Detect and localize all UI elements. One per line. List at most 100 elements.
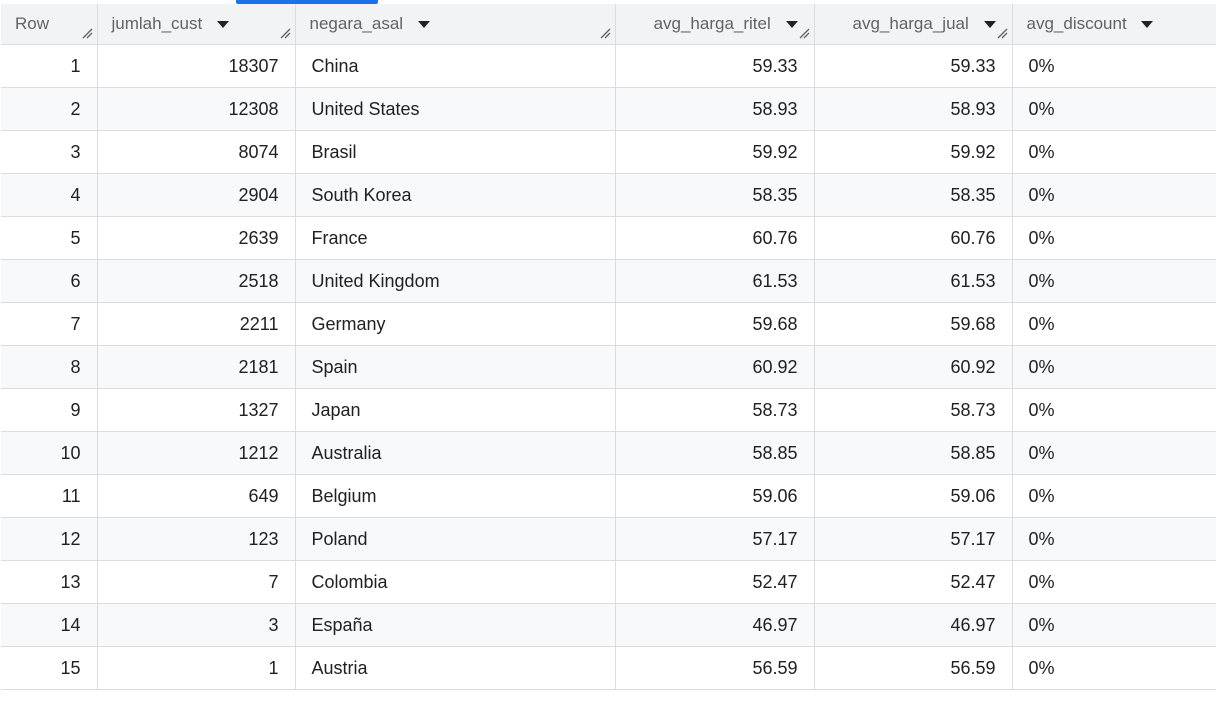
cell-row-number[interactable]: 12 — [1, 517, 98, 561]
caret-down-icon[interactable] — [785, 20, 798, 28]
cell-avg-harga-jual[interactable]: 60.92 — [814, 345, 1013, 389]
table-row[interactable]: 11 649 Belgium 59.06 59.06 0% — [1, 474, 1216, 518]
cell-row-number[interactable]: 10 — [1, 431, 98, 475]
cell-avg-harga-jual[interactable]: 52.47 — [814, 560, 1013, 604]
cell-negara-asal[interactable]: Spain — [295, 345, 616, 389]
cell-avg-harga-jual[interactable]: 58.85 — [814, 431, 1013, 475]
cell-row-number[interactable]: 9 — [1, 388, 98, 432]
cell-row-number[interactable]: 3 — [1, 130, 98, 174]
cell-negara-asal[interactable]: Austria — [295, 646, 616, 690]
cell-avg-harga-ritel[interactable]: 58.93 — [615, 87, 815, 131]
cell-row-number[interactable]: 2 — [1, 87, 98, 131]
cell-avg-harga-jual[interactable]: 61.53 — [814, 259, 1013, 303]
cell-row-number[interactable]: 11 — [1, 474, 98, 518]
cell-avg-harga-jual[interactable]: 60.76 — [814, 216, 1013, 260]
cell-jumlah-cust[interactable]: 1327 — [97, 388, 296, 432]
cell-jumlah-cust[interactable]: 1 — [97, 646, 296, 690]
cell-avg-harga-jual[interactable]: 59.92 — [814, 130, 1013, 174]
table-row[interactable]: 7 2211 Germany 59.68 59.68 0% — [1, 302, 1216, 346]
cell-negara-asal[interactable]: Colombia — [295, 560, 616, 604]
cell-avg-discount[interactable]: 0% — [1012, 302, 1216, 346]
cell-avg-discount[interactable]: 0% — [1012, 130, 1216, 174]
cell-jumlah-cust[interactable]: 123 — [97, 517, 296, 561]
cell-avg-harga-jual[interactable]: 58.73 — [814, 388, 1013, 432]
cell-jumlah-cust[interactable]: 3 — [97, 603, 296, 647]
cell-avg-discount[interactable]: 0% — [1012, 560, 1216, 604]
cell-negara-asal[interactable]: Japan — [295, 388, 616, 432]
cell-negara-asal[interactable]: France — [295, 216, 616, 260]
caret-down-icon[interactable] — [216, 20, 229, 28]
cell-jumlah-cust[interactable]: 12308 — [97, 87, 296, 131]
cell-row-number[interactable]: 8 — [1, 345, 98, 389]
cell-avg-harga-ritel[interactable]: 59.33 — [615, 44, 815, 88]
cell-avg-harga-ritel[interactable]: 59.68 — [615, 302, 815, 346]
table-row[interactable]: 4 2904 South Korea 58.35 58.35 0% — [1, 173, 1216, 217]
cell-avg-harga-jual[interactable]: 58.35 — [814, 173, 1013, 217]
cell-negara-asal[interactable]: Poland — [295, 517, 616, 561]
cell-negara-asal[interactable]: China — [295, 44, 616, 88]
cell-negara-asal[interactable]: España — [295, 603, 616, 647]
cell-negara-asal[interactable]: Brasil — [295, 130, 616, 174]
cell-row-number[interactable]: 6 — [1, 259, 98, 303]
table-row[interactable]: 6 2518 United Kingdom 61.53 61.53 0% — [1, 259, 1216, 303]
cell-avg-harga-jual[interactable]: 57.17 — [814, 517, 1013, 561]
cell-avg-discount[interactable]: 0% — [1012, 345, 1216, 389]
column-header-negara-asal[interactable]: negara_asal — [295, 4, 616, 45]
table-row[interactable]: 13 7 Colombia 52.47 52.47 0% — [1, 560, 1216, 604]
table-row[interactable]: 1 18307 China 59.33 59.33 0% — [1, 44, 1216, 88]
cell-jumlah-cust[interactable]: 7 — [97, 560, 296, 604]
cell-negara-asal[interactable]: United Kingdom — [295, 259, 616, 303]
cell-jumlah-cust[interactable]: 649 — [97, 474, 296, 518]
cell-negara-asal[interactable]: Germany — [295, 302, 616, 346]
table-row[interactable]: 14 3 España 46.97 46.97 0% — [1, 603, 1216, 647]
cell-avg-harga-jual[interactable]: 59.33 — [814, 44, 1013, 88]
table-row[interactable]: 10 1212 Australia 58.85 58.85 0% — [1, 431, 1216, 475]
table-row[interactable]: 5 2639 France 60.76 60.76 0% — [1, 216, 1216, 260]
column-resize-icon[interactable] — [599, 27, 611, 39]
cell-avg-discount[interactable]: 0% — [1012, 388, 1216, 432]
table-row[interactable]: 2 12308 United States 58.93 58.93 0% — [1, 87, 1216, 131]
cell-jumlah-cust[interactable]: 2518 — [97, 259, 296, 303]
cell-avg-harga-ritel[interactable]: 60.92 — [615, 345, 815, 389]
column-resize-icon[interactable] — [996, 27, 1008, 39]
cell-avg-harga-jual[interactable]: 59.68 — [814, 302, 1013, 346]
cell-negara-asal[interactable]: Belgium — [295, 474, 616, 518]
cell-avg-harga-jual[interactable]: 46.97 — [814, 603, 1013, 647]
cell-row-number[interactable]: 13 — [1, 560, 98, 604]
cell-jumlah-cust[interactable]: 2181 — [97, 345, 296, 389]
cell-negara-asal[interactable]: United States — [295, 87, 616, 131]
column-header-jumlah-cust[interactable]: jumlah_cust — [97, 4, 296, 45]
cell-avg-discount[interactable]: 0% — [1012, 517, 1216, 561]
caret-down-icon[interactable] — [1141, 20, 1154, 28]
cell-row-number[interactable]: 1 — [1, 44, 98, 88]
cell-avg-discount[interactable]: 0% — [1012, 216, 1216, 260]
cell-jumlah-cust[interactable]: 18307 — [97, 44, 296, 88]
column-resize-icon[interactable] — [81, 27, 93, 39]
cell-avg-harga-jual[interactable]: 59.06 — [814, 474, 1013, 518]
cell-avg-discount[interactable]: 0% — [1012, 173, 1216, 217]
cell-jumlah-cust[interactable]: 2904 — [97, 173, 296, 217]
cell-jumlah-cust[interactable]: 2211 — [97, 302, 296, 346]
cell-row-number[interactable]: 4 — [1, 173, 98, 217]
cell-avg-discount[interactable]: 0% — [1012, 44, 1216, 88]
cell-avg-harga-ritel[interactable]: 56.59 — [615, 646, 815, 690]
cell-avg-discount[interactable]: 0% — [1012, 474, 1216, 518]
cell-jumlah-cust[interactable]: 1212 — [97, 431, 296, 475]
table-row[interactable]: 9 1327 Japan 58.73 58.73 0% — [1, 388, 1216, 432]
column-header-avg-harga-ritel[interactable]: avg_harga_ritel — [615, 4, 815, 45]
table-row[interactable]: 3 8074 Brasil 59.92 59.92 0% — [1, 130, 1216, 174]
cell-avg-harga-jual[interactable]: 58.93 — [814, 87, 1013, 131]
cell-avg-harga-ritel[interactable]: 60.76 — [615, 216, 815, 260]
cell-avg-discount[interactable]: 0% — [1012, 603, 1216, 647]
cell-avg-discount[interactable]: 0% — [1012, 646, 1216, 690]
cell-jumlah-cust[interactable]: 2639 — [97, 216, 296, 260]
cell-avg-harga-ritel[interactable]: 59.06 — [615, 474, 815, 518]
cell-avg-harga-jual[interactable]: 56.59 — [814, 646, 1013, 690]
cell-negara-asal[interactable]: South Korea — [295, 173, 616, 217]
cell-row-number[interactable]: 7 — [1, 302, 98, 346]
cell-avg-discount[interactable]: 0% — [1012, 259, 1216, 303]
cell-avg-harga-ritel[interactable]: 58.35 — [615, 173, 815, 217]
cell-jumlah-cust[interactable]: 8074 — [97, 130, 296, 174]
column-resize-icon[interactable] — [798, 27, 810, 39]
cell-avg-harga-ritel[interactable]: 61.53 — [615, 259, 815, 303]
